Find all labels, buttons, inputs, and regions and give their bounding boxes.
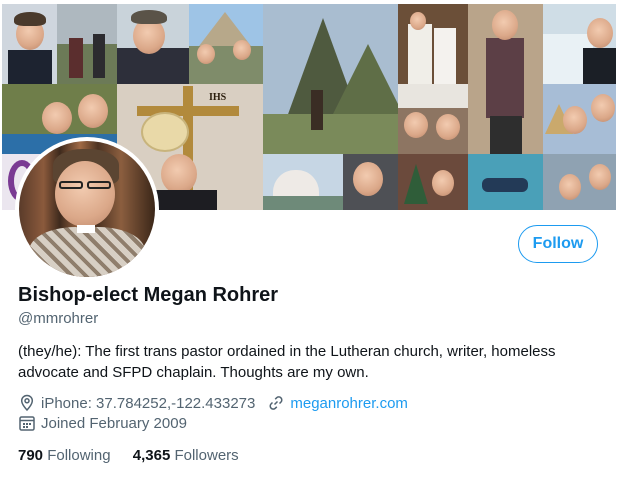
- joined-date: Joined February 2009: [41, 414, 187, 432]
- banner-photo-11: [398, 84, 468, 154]
- followers-count: 4,365: [132, 447, 171, 464]
- link-icon: [267, 394, 285, 412]
- banner-photo-12: [543, 84, 616, 154]
- avatar-photo: [19, 141, 155, 277]
- following-label: Following: [47, 447, 111, 464]
- follow-stats: 790 Following 4,365 Followers: [18, 447, 239, 464]
- banner-photo-16: [468, 154, 543, 210]
- banner-sign-text: IHS: [209, 92, 227, 103]
- following-link[interactable]: 790 Following: [18, 447, 111, 464]
- following-count: 790: [18, 447, 44, 464]
- profile-meta-row: iPhone: 37.784252,-122.433273 meganrohre…: [18, 394, 408, 412]
- banner-photo-1: [2, 4, 57, 84]
- banner-photo-7: [468, 4, 543, 154]
- follow-button[interactable]: Follow: [518, 225, 598, 263]
- banner-photo-8: [543, 4, 616, 84]
- display-name: Bishop-elect Megan Rohrer: [18, 284, 279, 306]
- banner-photo-17: [543, 154, 616, 210]
- profile-avatar[interactable]: [15, 137, 159, 281]
- banner-photo-4: [189, 4, 263, 84]
- joined-row: Joined February 2009: [18, 414, 187, 432]
- calendar-icon: [18, 414, 36, 432]
- website-link[interactable]: meganrohrer.com: [290, 395, 408, 412]
- banner-photo-14: [343, 154, 398, 210]
- banner-photo-15: [398, 154, 468, 210]
- followers-link[interactable]: 4,365 Followers: [133, 447, 239, 464]
- banner-photo-13: [263, 154, 343, 210]
- banner-photo-3: [117, 4, 189, 84]
- banner-photo-2: [57, 4, 117, 84]
- location-pin-icon: [18, 394, 36, 412]
- user-handle: @mmrohrer: [18, 310, 99, 327]
- banner-photo-6: [398, 4, 468, 84]
- profile-bio: (they/he): The first trans pastor ordain…: [18, 343, 556, 381]
- banner-photo-5: [263, 4, 398, 154]
- location-text: iPhone: 37.784252,-122.433273: [41, 394, 256, 412]
- followers-label: Followers: [174, 447, 239, 464]
